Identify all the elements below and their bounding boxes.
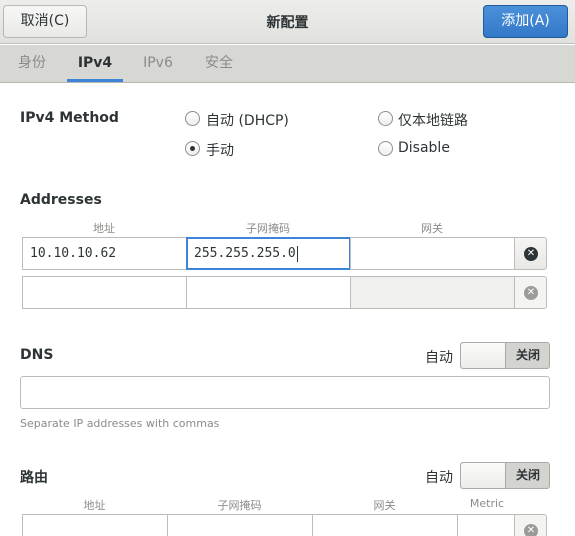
radio-manual-label[interactable]: 手动 bbox=[206, 140, 234, 160]
routes-auto-switch[interactable]: 关闭 bbox=[460, 462, 550, 489]
tab-ipv4[interactable]: IPv4 bbox=[67, 45, 123, 82]
routes-col-address: 地址 bbox=[83, 499, 106, 512]
delete-icon: ✕ bbox=[524, 286, 538, 300]
dns-input[interactable] bbox=[20, 376, 550, 409]
dns-hint: Separate IP addresses with commas bbox=[20, 417, 220, 430]
dns-auto-switch[interactable]: 关闭 bbox=[460, 342, 550, 369]
route-gateway-input[interactable] bbox=[312, 514, 458, 536]
routes-auto-label: 自动 bbox=[425, 470, 453, 486]
text-cursor bbox=[296, 245, 298, 262]
addresses-col-gateway: 网关 bbox=[421, 222, 443, 235]
addresses-col-netmask: 子网掩码 bbox=[246, 222, 290, 235]
gateway-input-empty[interactable] bbox=[350, 276, 515, 309]
address-input-empty[interactable] bbox=[22, 276, 187, 309]
tab-ipv6[interactable]: IPv6 bbox=[130, 45, 186, 82]
radio-auto-dhcp-label[interactable]: 自动 (DHCP) bbox=[206, 110, 289, 130]
tab-security[interactable]: 安全 bbox=[191, 45, 247, 82]
route-metric-input[interactable] bbox=[457, 514, 515, 536]
netmask-input[interactable]: 255.255.255.0 bbox=[186, 237, 351, 270]
routes-col-gateway: 网关 bbox=[373, 499, 396, 512]
route-address-input[interactable] bbox=[22, 514, 168, 536]
header-bar: 取消(C) 新配置 添加(A) bbox=[0, 0, 575, 44]
radio-auto-dhcp[interactable] bbox=[185, 111, 200, 126]
routes-label: 路由 bbox=[20, 470, 48, 486]
switch-state-label: 关闭 bbox=[515, 468, 540, 482]
dns-label: DNS bbox=[20, 347, 54, 363]
radio-disable-label[interactable]: Disable bbox=[398, 140, 450, 156]
address-input[interactable]: 10.10.10.62 bbox=[22, 237, 187, 270]
delete-route-button[interactable]: ✕ bbox=[514, 514, 547, 536]
netmask-input-empty[interactable] bbox=[186, 276, 351, 309]
routes-col-netmask: 子网掩码 bbox=[217, 499, 262, 512]
radio-disable[interactable] bbox=[378, 141, 393, 156]
ipv4-method-label: IPv4 Method bbox=[20, 110, 119, 126]
routes-col-metric: Metric bbox=[469, 497, 505, 510]
dns-auto-label: 自动 bbox=[425, 350, 453, 366]
addresses-col-address: 地址 bbox=[93, 222, 115, 235]
delete-address-button-empty[interactable]: ✕ bbox=[514, 276, 547, 309]
add-button[interactable]: 添加(A) bbox=[483, 5, 568, 38]
delete-icon: ✕ bbox=[524, 524, 538, 536]
switch-state-label: 关闭 bbox=[515, 348, 540, 362]
delete-icon: ✕ bbox=[524, 247, 538, 261]
delete-address-button[interactable]: ✕ bbox=[514, 237, 547, 270]
radio-manual[interactable] bbox=[185, 141, 200, 156]
switch-knob[interactable] bbox=[461, 463, 506, 488]
tab-bar: 身份 IPv4 IPv6 安全 bbox=[0, 45, 575, 83]
route-netmask-input[interactable] bbox=[167, 514, 313, 536]
addresses-label: Addresses bbox=[20, 192, 102, 208]
switch-knob[interactable] bbox=[461, 343, 506, 368]
tab-identity[interactable]: 身份 bbox=[4, 45, 60, 82]
gateway-input[interactable] bbox=[350, 237, 515, 270]
radio-link-local[interactable] bbox=[378, 111, 393, 126]
radio-link-local-label[interactable]: 仅本地链路 bbox=[398, 110, 468, 130]
